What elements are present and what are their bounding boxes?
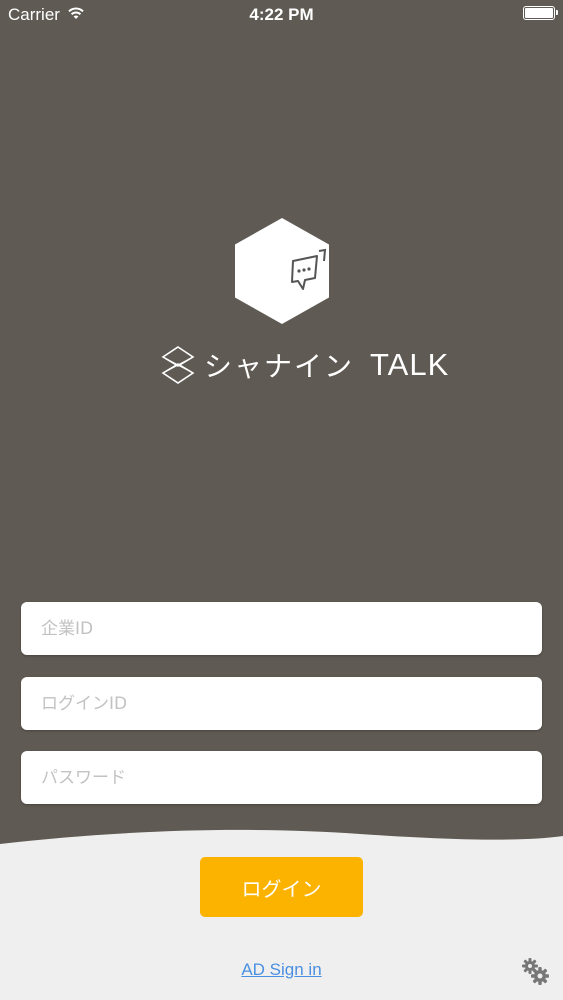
brand-talk: TALK	[370, 347, 450, 382]
wave-divider	[0, 829, 563, 862]
brand-mark-icon	[161, 346, 195, 384]
battery-icon	[523, 6, 558, 20]
login-button[interactable]: ログイン	[200, 857, 363, 917]
password-input[interactable]	[21, 751, 542, 804]
login-id-input[interactable]	[21, 677, 542, 730]
ad-sign-in-container: AD Sign in	[0, 960, 563, 980]
ad-sign-in-link[interactable]: AD Sign in	[241, 960, 321, 979]
company-id-input[interactable]	[21, 602, 542, 655]
status-bar: Carrier 4:22 PM	[0, 0, 563, 30]
brand-logo: シャナイン TALK	[160, 340, 449, 390]
brand-japanese-name: シャナイン	[204, 350, 355, 383]
app-logo-icon	[235, 218, 329, 324]
settings-icon[interactable]	[520, 956, 550, 986]
status-time: 4:22 PM	[249, 5, 314, 24]
